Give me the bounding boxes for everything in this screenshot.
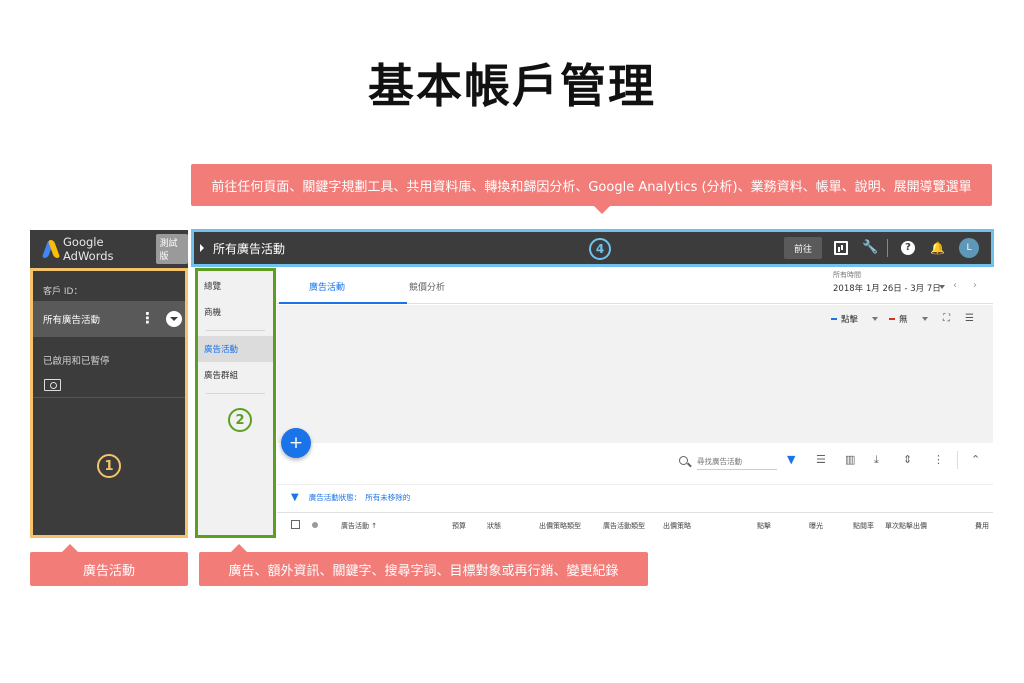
customer-id-label: 客戶 ID：	[43, 287, 83, 297]
col-bid-strategy[interactable]: 出價策略	[663, 521, 691, 531]
main-tabs: 廣告活動 競價分析 所有時間 2018年 1月 26日 - 3月 7日 ‹ ›	[277, 268, 993, 304]
metric-2-label: 無	[899, 315, 908, 325]
expand-rows-icon[interactable]: ⇕	[903, 453, 912, 467]
filter-icon[interactable]: ▼	[787, 453, 795, 467]
table-toolbar: ▼ ☰ ▥ ⤓ ⇕ ⋮ ⌃	[277, 444, 993, 484]
nav-item-ad-groups[interactable]: 廣告群組	[198, 362, 273, 388]
col-ctr[interactable]: 點閱率	[853, 521, 874, 531]
col-campaign[interactable]: 廣告活動 ↑	[341, 521, 377, 531]
metric-2-caret-icon	[921, 317, 928, 321]
col-status[interactable]: 狀態	[487, 521, 501, 531]
date-range-label: 所有時間	[833, 271, 861, 279]
date-range-selector[interactable]: 2018年 1月 26日 - 3月 7日	[833, 282, 941, 294]
callout-middle: 廣告、額外資訊、關鍵字、搜尋字詞、目標對象或再行銷、變更紀錄	[199, 544, 648, 586]
all-campaigns-item[interactable]: 所有廣告活動 ⋮	[33, 301, 185, 337]
badge-one: 1	[97, 454, 121, 478]
fullscreen-icon[interactable]: ⛶	[943, 313, 950, 324]
badge-four: 4	[589, 238, 611, 260]
all-campaigns-label: 所有廣告活動	[43, 315, 101, 326]
page-title: 基本帳戶管理	[368, 59, 656, 113]
nav-item-opportunities[interactable]: 商機	[198, 299, 273, 325]
col-impressions[interactable]: 曝光	[809, 521, 823, 531]
search-icon	[679, 456, 688, 465]
nav-item-overview[interactable]: 總覽	[198, 273, 273, 299]
enabled-paused-filter[interactable]: 已啟用和已暫停	[33, 337, 185, 367]
nav-divider	[206, 330, 265, 331]
date-next-icon[interactable]: ›	[973, 280, 977, 291]
chevron-down-icon[interactable]	[166, 311, 182, 327]
active-filter-bar[interactable]: ▼ 廣告活動狀態： 所有未移除的	[277, 484, 993, 510]
search-input[interactable]	[697, 454, 777, 470]
metric-1-swatch	[831, 318, 837, 320]
col-campaign-type[interactable]: 廣告活動類型	[603, 521, 645, 531]
columns-icon[interactable]: ▥	[845, 453, 855, 467]
col-cost[interactable]: 費用	[975, 521, 989, 531]
top-bar-divider	[887, 239, 888, 257]
chevron-up-icon[interactable]: ⌃	[971, 453, 980, 467]
account-avatar[interactable]: L	[959, 238, 979, 258]
metric-1-label: 點擊	[841, 315, 859, 325]
date-range-caret-icon[interactable]	[939, 285, 945, 289]
callout-left: 廣告活動	[30, 544, 188, 586]
badge-two: 2	[228, 408, 252, 432]
metric-2-swatch	[889, 318, 895, 320]
campaign-tree-panel: 客戶 ID： 所有廣告活動 ⋮ 已啟用和已暫停 1	[30, 268, 188, 538]
expand-nav-icon[interactable]	[200, 244, 204, 252]
tools-wrench-icon[interactable]: 🔧	[862, 241, 878, 255]
toolbar-divider	[957, 451, 958, 469]
more-vert-icon[interactable]: ⋮	[140, 310, 155, 326]
help-icon[interactable]: ?	[901, 241, 915, 255]
col-clicks[interactable]: 點擊	[757, 521, 771, 531]
beta-badge: 測試版	[156, 234, 188, 264]
table-header-row: 廣告活動 ↑ 預算 狀態 出價策略類型 廣告活動類型 出價策略 點擊 曝光 點閱…	[277, 512, 993, 536]
date-prev-icon[interactable]: ‹	[953, 280, 957, 291]
filter-funnel-icon: ▼	[291, 492, 299, 503]
notifications-bell-icon[interactable]: 🔔	[930, 241, 945, 255]
logo-bar: Google AdWords 測試版	[30, 230, 188, 268]
metric-selector-2[interactable]: 無	[889, 313, 928, 325]
tab-campaigns[interactable]: 廣告活動	[278, 280, 408, 304]
col-bid-strategy-type[interactable]: 出價策略類型	[539, 521, 581, 531]
main-content: 廣告活動 競價分析 所有時間 2018年 1月 26日 - 3月 7日 ‹ › …	[277, 268, 993, 538]
select-all-checkbox[interactable]	[291, 520, 300, 529]
tab-auction-insights[interactable]: 競價分析	[409, 280, 445, 293]
adjust-chart-icon[interactable]: ☰	[965, 313, 974, 324]
metric-1-caret-icon	[872, 317, 879, 321]
top-bar-title: 所有廣告活動	[213, 241, 286, 256]
goto-button[interactable]: 前往	[784, 237, 822, 259]
status-dot-icon	[312, 522, 318, 528]
download-icon[interactable]: ⤓	[874, 453, 879, 467]
performance-chart: 點擊 無 ⛶ ☰	[277, 305, 993, 443]
top-app-bar: 所有廣告活動 4 前往 🔧 ? 🔔 L	[191, 229, 994, 267]
search-campaign-icon[interactable]	[44, 379, 61, 391]
reports-icon[interactable]	[834, 241, 848, 255]
panel-divider	[33, 397, 185, 398]
callout-top: 前往任何頁面、關鍵字規劃工具、共用資料庫、轉換和歸因分析、Google Anal…	[191, 164, 992, 214]
col-budget[interactable]: 預算	[452, 521, 466, 531]
filter-label: 廣告活動狀態：	[308, 493, 362, 502]
filter-value: 所有未移除的	[365, 493, 411, 502]
page-menu: 總覽 商機 廣告活動 廣告群組 2	[195, 268, 276, 538]
logo-text: Google AdWords	[63, 235, 114, 263]
metric-selector-1[interactable]: 點擊	[831, 313, 879, 325]
col-cpc[interactable]: 單次點擊出價	[885, 521, 927, 531]
adwords-logo-icon	[41, 240, 61, 258]
nav-item-campaigns[interactable]: 廣告活動	[198, 336, 273, 362]
segment-icon[interactable]: ☰	[816, 453, 826, 467]
nav-divider	[206, 393, 265, 394]
more-vert-icon[interactable]: ⋮	[933, 453, 944, 467]
